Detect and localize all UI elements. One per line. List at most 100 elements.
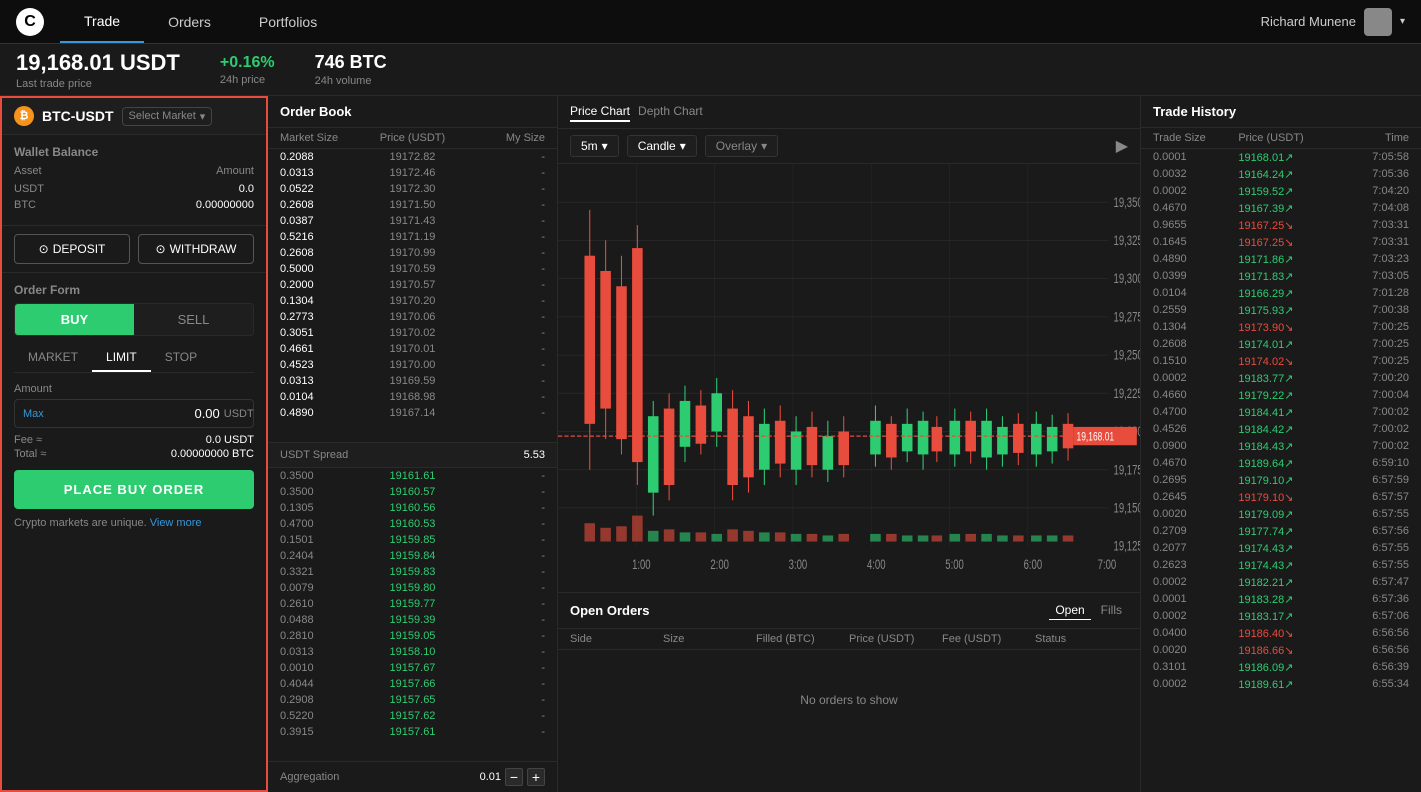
amount-input[interactable] bbox=[44, 406, 220, 421]
th-size: 0.0001 bbox=[1153, 151, 1238, 164]
ob-sell-my-size: - bbox=[457, 199, 545, 211]
order-book-buy-rows: 0.3500 19161.61 - 0.3500 19160.57 - 0.13… bbox=[268, 468, 557, 761]
chart-type-chevron: ▾ bbox=[680, 139, 686, 153]
th-time: 7:00:04 bbox=[1324, 389, 1409, 402]
ob-buy-price: 19157.62 bbox=[368, 710, 456, 722]
order-book-sell-row: 0.2608 19171.50 - bbox=[268, 197, 557, 213]
user-info[interactable]: Richard Munene ▾ bbox=[1261, 8, 1405, 36]
trade-history-row: 0.4890 19171.86↗ 7:03:23 bbox=[1141, 251, 1421, 268]
ob-sell-my-size: - bbox=[457, 151, 545, 163]
overlay-selector[interactable]: Overlay ▾ bbox=[705, 135, 778, 157]
limit-tab[interactable]: LIMIT bbox=[92, 344, 151, 372]
th-time: 7:05:36 bbox=[1324, 168, 1409, 181]
crypto-notice: Crypto markets are unique. View more bbox=[14, 517, 254, 529]
withdraw-icon: ⊙ bbox=[156, 242, 166, 256]
svg-text:6:00: 6:00 bbox=[1024, 556, 1043, 572]
market-tab[interactable]: MARKET bbox=[14, 344, 92, 372]
th-size: 0.0020 bbox=[1153, 508, 1238, 521]
order-book-sell-row: 0.0387 19171.43 - bbox=[268, 213, 557, 229]
th-time: 7:00:25 bbox=[1324, 355, 1409, 368]
stop-tab[interactable]: STOP bbox=[151, 344, 211, 372]
buy-tab[interactable]: BUY bbox=[15, 304, 134, 335]
market-pair: BTC-USDT bbox=[42, 108, 114, 124]
th-size: 0.0032 bbox=[1153, 168, 1238, 181]
ob-sell-my-size: - bbox=[457, 247, 545, 259]
th-time: 7:03:05 bbox=[1324, 270, 1409, 283]
th-time: 6:55:34 bbox=[1324, 678, 1409, 691]
aggregation-decrease[interactable]: − bbox=[505, 768, 523, 786]
price-chart-tab[interactable]: Price Chart bbox=[570, 102, 630, 122]
timeframe-selector[interactable]: 5m ▾ bbox=[570, 135, 619, 157]
ticker-bar: 19,168.01 USDT Last trade price +0.16% 2… bbox=[0, 44, 1421, 96]
order-type-tabs: MARKET LIMIT STOP bbox=[14, 344, 254, 373]
ob-sell-price: 19171.19 bbox=[368, 231, 456, 243]
svg-text:1:00: 1:00 bbox=[632, 556, 651, 572]
th-time: 7:04:20 bbox=[1324, 185, 1409, 198]
ob-sell-size: 0.2000 bbox=[280, 279, 368, 291]
trade-history-row: 0.1510 19174.02↘ 7:00:25 bbox=[1141, 353, 1421, 370]
th-price: 19179.22↗ bbox=[1238, 389, 1323, 402]
ob-buy-my-size: - bbox=[457, 550, 545, 562]
chart-view-tabs: Price Chart Depth Chart bbox=[570, 102, 703, 122]
chart-type-selector[interactable]: Candle ▾ bbox=[627, 135, 697, 157]
depth-chart-tab[interactable]: Depth Chart bbox=[638, 102, 703, 122]
ob-sell-size: 0.0104 bbox=[280, 391, 368, 403]
ob-buy-price: 19160.56 bbox=[368, 502, 456, 514]
th-size: 0.2623 bbox=[1153, 559, 1238, 572]
ob-buy-size: 0.2908 bbox=[280, 694, 368, 706]
amount-label: Amount bbox=[14, 383, 254, 395]
th-col-size: Trade Size bbox=[1153, 132, 1238, 144]
fee-value: 0.0 USDT bbox=[206, 434, 254, 446]
place-order-button[interactable]: PLACE BUY ORDER bbox=[14, 470, 254, 509]
ob-buy-my-size: - bbox=[457, 518, 545, 530]
nav-portfolios[interactable]: Portfolios bbox=[235, 0, 341, 43]
spread-label: USDT Spread bbox=[280, 449, 348, 461]
ob-sell-price: 19170.00 bbox=[368, 359, 456, 371]
deposit-button[interactable]: ⊙ DEPOSIT bbox=[14, 234, 130, 264]
th-price: 19186.66↘ bbox=[1238, 644, 1323, 657]
header-right: Richard Munene ▾ bbox=[1261, 8, 1421, 36]
order-book-sell-row: 0.5216 19171.19 - bbox=[268, 229, 557, 245]
max-link[interactable]: Max bbox=[23, 408, 44, 420]
order-book-sell-row: 0.4661 19170.01 - bbox=[268, 341, 557, 357]
ob-sell-size: 0.3051 bbox=[280, 327, 368, 339]
svg-text:7:00: 7:00 bbox=[1098, 556, 1117, 572]
ob-buy-price: 19157.65 bbox=[368, 694, 456, 706]
withdraw-button[interactable]: ⊙ WITHDRAW bbox=[138, 234, 254, 264]
th-size: 0.0002 bbox=[1153, 610, 1238, 623]
aggregation-value: 0.01 bbox=[480, 771, 501, 783]
nav-orders[interactable]: Orders bbox=[144, 0, 235, 43]
ob-buy-my-size: - bbox=[457, 614, 545, 626]
th-size: 0.4890 bbox=[1153, 253, 1238, 266]
order-book-buy-row: 0.2610 19159.77 - bbox=[268, 596, 557, 612]
ob-sell-my-size: - bbox=[457, 343, 545, 355]
select-market-button[interactable]: Select Market ▾ bbox=[122, 107, 213, 126]
ob-sell-price: 19171.50 bbox=[368, 199, 456, 211]
ob-sell-my-size: - bbox=[457, 359, 545, 371]
ob-buy-my-size: - bbox=[457, 662, 545, 674]
buy-sell-tabs: BUY SELL bbox=[14, 303, 254, 336]
oo-col-fee: Fee (USDT) bbox=[942, 633, 1035, 645]
ob-buy-size: 0.0488 bbox=[280, 614, 368, 626]
order-book-buy-row: 0.1501 19159.85 - bbox=[268, 532, 557, 548]
th-time: 7:05:58 bbox=[1324, 151, 1409, 164]
btc-icon: ₿ bbox=[14, 106, 34, 126]
fills-tab[interactable]: Fills bbox=[1095, 601, 1128, 620]
ob-buy-price: 19159.77 bbox=[368, 598, 456, 610]
ob-buy-size: 0.4044 bbox=[280, 678, 368, 690]
th-size: 0.0400 bbox=[1153, 627, 1238, 640]
user-name: Richard Munene bbox=[1261, 14, 1356, 29]
open-orders-tabs: Open Fills bbox=[1049, 601, 1128, 620]
sell-tab[interactable]: SELL bbox=[134, 304, 253, 335]
nav-trade[interactable]: Trade bbox=[60, 0, 144, 43]
view-more-link[interactable]: View more bbox=[150, 517, 202, 529]
chart-type-label: Candle bbox=[638, 139, 676, 153]
th-time: 7:00:02 bbox=[1324, 423, 1409, 436]
ob-sell-price: 19170.59 bbox=[368, 263, 456, 275]
chart-nav-arrow[interactable]: ▶ bbox=[1116, 136, 1128, 156]
ob-buy-price: 19159.39 bbox=[368, 614, 456, 626]
th-price: 19184.42↗ bbox=[1238, 423, 1323, 436]
aggregation-increase[interactable]: + bbox=[527, 768, 545, 786]
open-tab[interactable]: Open bbox=[1049, 601, 1090, 620]
ob-buy-my-size: - bbox=[457, 566, 545, 578]
